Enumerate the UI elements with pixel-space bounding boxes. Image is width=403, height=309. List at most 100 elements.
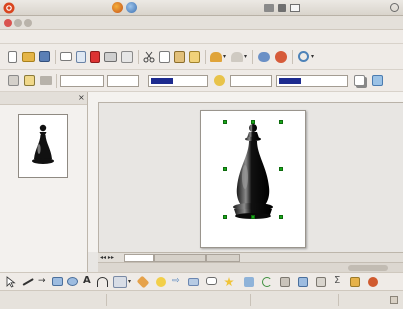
drawing-canvas-area: ◂◂ ▸▸ xyxy=(88,92,403,273)
selection-handle-middle-left[interactable] xyxy=(223,167,227,171)
copy-icon[interactable] xyxy=(159,51,170,63)
ellipse-tool-icon[interactable] xyxy=(67,277,78,286)
menu-format[interactable] xyxy=(117,33,147,42)
volume-icon[interactable] xyxy=(278,4,286,12)
menu-file[interactable] xyxy=(10,33,30,42)
connector-tool-icon[interactable] xyxy=(113,276,127,288)
gallery-icon[interactable] xyxy=(350,277,360,287)
arrow-style-icon[interactable] xyxy=(40,76,52,85)
line-color-select[interactable] xyxy=(148,75,208,87)
line-tool-icon[interactable] xyxy=(22,278,34,286)
window-minimize-icon[interactable] xyxy=(14,19,22,27)
selection-handle-top-center[interactable] xyxy=(251,120,255,124)
export-pdf-icon[interactable] xyxy=(90,51,100,63)
redo-dropdown-icon[interactable]: ▾ xyxy=(244,53,249,60)
tab-dimension-lines[interactable] xyxy=(206,254,240,262)
help-launcher-icon[interactable] xyxy=(126,2,137,13)
selection-handle-top-right[interactable] xyxy=(279,120,283,124)
clone-formatting-icon[interactable] xyxy=(189,51,200,63)
selection-handle-top-left[interactable] xyxy=(223,120,227,124)
ubuntu-logo-icon[interactable] xyxy=(3,2,15,14)
tab-scroll-arrows[interactable]: ◂◂ ▸▸ xyxy=(100,254,122,261)
line-style-select[interactable] xyxy=(60,75,104,87)
area-color-swatch xyxy=(279,78,301,84)
spellcheck-icon[interactable] xyxy=(121,51,133,63)
rotate-icon[interactable] xyxy=(262,277,272,287)
edit-file-icon[interactable] xyxy=(76,51,86,63)
shadow-icon[interactable] xyxy=(354,75,365,86)
pages-panel-close-icon[interactable]: × xyxy=(78,93,86,102)
tab-layout[interactable] xyxy=(124,254,154,262)
horizontal-ruler[interactable] xyxy=(88,92,403,103)
toolbar-separator xyxy=(252,50,253,64)
selection-handle-middle-right[interactable] xyxy=(279,167,283,171)
extrusion-icon[interactable] xyxy=(316,277,326,287)
menu-modify[interactable] xyxy=(185,33,223,42)
3d-objects-icon[interactable] xyxy=(244,277,254,287)
power-icon[interactable] xyxy=(390,3,399,12)
page-thumbnail[interactable] xyxy=(18,114,68,178)
document-modified-icon xyxy=(390,296,398,304)
rectangle-tool-icon[interactable] xyxy=(52,277,63,286)
email-icon[interactable] xyxy=(60,52,72,61)
navigator-icon[interactable] xyxy=(275,51,287,63)
selection-handle-bottom-right[interactable] xyxy=(279,215,283,219)
drawing-page[interactable] xyxy=(200,110,306,248)
block-arrows-icon[interactable]: ⇨ xyxy=(172,276,182,286)
vertical-ruler-labels xyxy=(89,106,97,246)
menu-help[interactable] xyxy=(249,33,279,42)
network-icon[interactable] xyxy=(264,4,274,12)
print-icon[interactable] xyxy=(104,52,117,62)
workspace: × ◂◂ ▸▸ xyxy=(0,92,403,273)
horizontal-scrollbar-thumb[interactable] xyxy=(348,265,388,271)
vertical-ruler[interactable] xyxy=(88,102,99,252)
connector-dropdown-icon[interactable]: ▾ xyxy=(128,278,133,285)
select-arrow-icon[interactable] xyxy=(6,276,16,288)
new-document-icon[interactable] xyxy=(8,51,17,63)
arrange-icon[interactable] xyxy=(298,277,308,287)
standard-toolbar: ▾ ▾ ▾ xyxy=(0,44,403,70)
menu-view[interactable] xyxy=(63,33,79,42)
paste-icon[interactable] xyxy=(174,51,185,63)
open-folder-icon[interactable] xyxy=(22,52,35,62)
callouts-icon[interactable] xyxy=(206,277,217,285)
flowchart-icon[interactable] xyxy=(188,278,199,286)
cut-icon[interactable] xyxy=(143,51,155,63)
tab-controls[interactable] xyxy=(154,254,206,262)
area-icon[interactable] xyxy=(214,75,225,86)
selection-handle-bottom-left[interactable] xyxy=(223,215,227,219)
menu-insert[interactable] xyxy=(82,33,114,42)
menu-window[interactable] xyxy=(226,33,246,42)
line-width-field[interactable] xyxy=(107,75,139,87)
selection-handle-bottom-center[interactable] xyxy=(251,215,255,219)
line-arrow-tool-icon[interactable]: → xyxy=(38,276,48,286)
position-size-icon[interactable] xyxy=(372,75,383,86)
basic-shapes-icon[interactable] xyxy=(136,275,150,289)
area-color-select[interactable] xyxy=(276,75,348,87)
chess-pawn-object[interactable] xyxy=(201,111,305,247)
toggle-extrusion-icon[interactable] xyxy=(368,277,378,287)
alignment-icon[interactable] xyxy=(280,277,290,287)
line-icon[interactable] xyxy=(24,75,35,86)
undo-icon[interactable] xyxy=(210,52,222,62)
window-maximize-icon[interactable] xyxy=(24,19,32,27)
curve-tool-icon[interactable] xyxy=(97,277,108,287)
redo-icon[interactable] xyxy=(231,52,243,62)
text-tool-icon[interactable]: A xyxy=(83,275,93,286)
zoom-icon[interactable] xyxy=(298,51,309,62)
symbol-shapes-icon[interactable] xyxy=(156,277,166,287)
firefox-launcher-icon[interactable] xyxy=(112,2,123,13)
status-separator xyxy=(250,294,251,306)
hyperlink-icon[interactable] xyxy=(258,52,270,62)
zoom-dropdown-icon[interactable]: ▾ xyxy=(311,53,316,60)
undo-dropdown-icon[interactable]: ▾ xyxy=(223,53,228,60)
menu-edit[interactable] xyxy=(34,33,60,42)
window-close-icon[interactable] xyxy=(4,19,12,27)
styles-formatting-icon[interactable] xyxy=(8,75,19,86)
save-icon[interactable] xyxy=(39,51,50,62)
stars-icon[interactable] xyxy=(224,277,234,287)
menu-tools[interactable] xyxy=(150,33,182,42)
fontwork-icon[interactable]: Σ xyxy=(334,275,346,286)
mail-icon[interactable] xyxy=(290,4,300,12)
area-style-select[interactable] xyxy=(230,75,272,87)
